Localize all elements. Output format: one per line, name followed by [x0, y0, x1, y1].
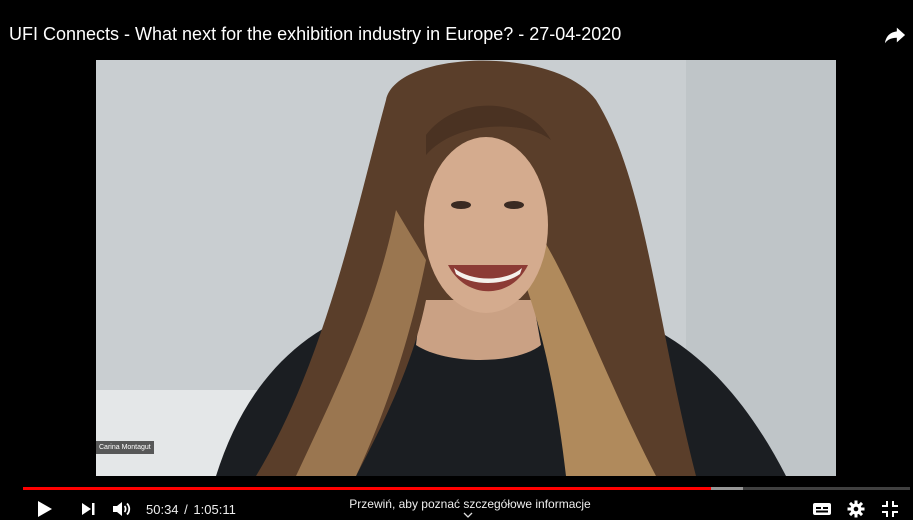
progress-played: [23, 487, 712, 490]
video-title[interactable]: UFI Connects - What next for the exhibit…: [9, 22, 621, 46]
video-player[interactable]: UFI Connects - What next for the exhibit…: [0, 0, 913, 520]
current-time: 50:34: [146, 502, 179, 517]
chevron-down-icon: [463, 512, 473, 518]
video-frame[interactable]: Carina Montagut: [96, 60, 836, 476]
captions-icon[interactable]: [812, 500, 832, 518]
speaker-video-image: [96, 60, 836, 476]
time-separator: /: [184, 502, 188, 517]
share-arrow-icon[interactable]: [884, 24, 906, 46]
progress-bar[interactable]: [23, 487, 910, 490]
exit-fullscreen-icon[interactable]: [881, 500, 899, 518]
duration: 1:05:11: [193, 502, 236, 517]
volume-icon[interactable]: [112, 500, 132, 518]
play-icon[interactable]: [37, 500, 53, 518]
gear-icon[interactable]: [847, 500, 865, 518]
time-display: 50:34 / 1:05:11: [146, 502, 236, 518]
next-icon[interactable]: [80, 500, 96, 518]
speaker-name-tag: Carina Montagut: [96, 441, 154, 454]
seek-hint: Przewiń, aby poznać szczegółowe informac…: [349, 497, 591, 511]
